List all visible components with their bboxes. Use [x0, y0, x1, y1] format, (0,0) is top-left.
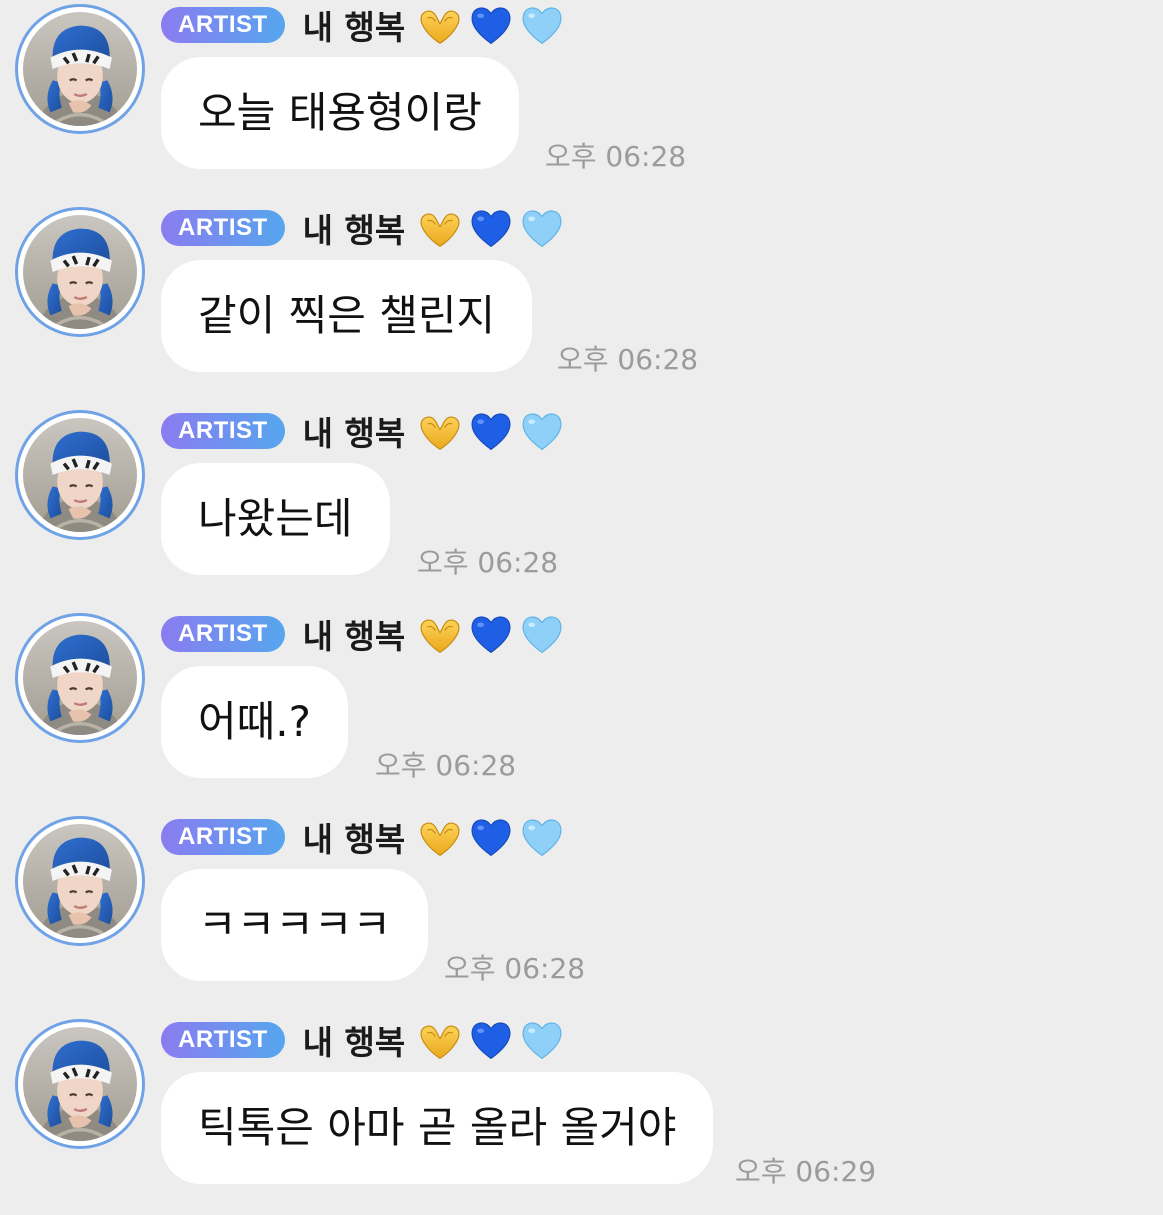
- message-bubble[interactable]: 어때.?: [161, 666, 348, 778]
- sender-emojis: [417, 814, 570, 860]
- heart-hands-emoji: [417, 1017, 463, 1063]
- chat-message: ARTIST 내 행복 어때.? 오후 06:28: [0, 606, 1163, 809]
- sender-name: 내 행복: [302, 414, 406, 453]
- chat-message: ARTIST 내 행복 오늘 태용형이랑 오후 06:28: [0, 0, 1163, 200]
- blue-heart-emoji: [468, 408, 514, 454]
- sender-emojis: [417, 408, 570, 454]
- sender-emojis: [417, 611, 570, 657]
- message-time: 오후 06:29: [735, 1155, 877, 1188]
- avatar-photo: [23, 1027, 137, 1141]
- avatar-photo: [23, 215, 137, 329]
- avatar[interactable]: [15, 207, 145, 337]
- light-blue-heart-emoji: [519, 205, 565, 251]
- message-header: ARTIST 내 행복: [161, 408, 570, 454]
- message-time: 오후 06:28: [444, 952, 586, 985]
- heart-hands-emoji: [417, 205, 463, 251]
- light-blue-heart-emoji: [519, 408, 565, 454]
- artist-badge: ARTIST: [161, 413, 285, 449]
- chat-message: ARTIST 내 행복 ㅋㅋㅋㅋㅋ 오후 06:28: [0, 809, 1163, 1012]
- message-time: 오후 06:28: [557, 343, 699, 376]
- sender-name: 내 행복: [302, 1023, 406, 1062]
- sender-name: 내 행복: [302, 8, 406, 47]
- blue-heart-emoji: [468, 205, 514, 251]
- blue-heart-emoji: [468, 814, 514, 860]
- avatar[interactable]: [15, 816, 145, 946]
- sender-emojis: [417, 1017, 570, 1063]
- avatar-photo: [23, 418, 137, 532]
- light-blue-heart-emoji: [519, 611, 565, 657]
- avatar-photo: [23, 12, 137, 126]
- chat-list: ARTIST 내 행복 오늘 태용형이랑 오후 06:28 ARTIST 내 행…: [0, 0, 1163, 1215]
- message-header: ARTIST 내 행복: [161, 611, 570, 657]
- avatar-photo: [23, 621, 137, 735]
- message-bubble[interactable]: 나왔는데: [161, 463, 390, 575]
- heart-hands-emoji: [417, 611, 463, 657]
- avatar[interactable]: [15, 613, 145, 743]
- avatar[interactable]: [15, 1019, 145, 1149]
- avatar-photo: [23, 824, 137, 938]
- artist-badge: ARTIST: [161, 819, 285, 855]
- heart-hands-emoji: [417, 2, 463, 48]
- message-bubble[interactable]: ㅋㅋㅋㅋㅋ: [161, 869, 429, 981]
- chat-message: ARTIST 내 행복 같이 찍은 챌린지 오후 06:28: [0, 200, 1163, 403]
- chat-message: ARTIST 내 행복 나왔는데 오후 06:28: [0, 403, 1163, 606]
- sender-name: 내 행복: [302, 820, 406, 859]
- heart-hands-emoji: [417, 814, 463, 860]
- message-time: 오후 06:28: [545, 140, 687, 173]
- artist-badge: ARTIST: [161, 7, 285, 43]
- message-header: ARTIST 내 행복: [161, 814, 570, 860]
- light-blue-heart-emoji: [519, 814, 565, 860]
- message-header: ARTIST 내 행복: [161, 2, 570, 48]
- blue-heart-emoji: [468, 611, 514, 657]
- chat-message: ARTIST 내 행복 틱톡은 아마 곧 올라 올거야 오후 06:29: [0, 1012, 1163, 1215]
- artist-badge: ARTIST: [161, 210, 285, 246]
- sender-emojis: [417, 205, 570, 251]
- message-bubble[interactable]: 오늘 태용형이랑: [161, 57, 519, 169]
- message-time: 오후 06:28: [417, 546, 559, 579]
- blue-heart-emoji: [468, 2, 514, 48]
- blue-heart-emoji: [468, 1017, 514, 1063]
- message-time: 오후 06:28: [375, 749, 517, 782]
- message-header: ARTIST 내 행복: [161, 1017, 570, 1063]
- avatar[interactable]: [15, 410, 145, 540]
- message-bubble[interactable]: 틱톡은 아마 곧 올라 올거야: [161, 1072, 714, 1184]
- message-header: ARTIST 내 행복: [161, 205, 570, 251]
- artist-badge: ARTIST: [161, 616, 285, 652]
- sender-name: 내 행복: [302, 617, 406, 656]
- heart-hands-emoji: [417, 408, 463, 454]
- light-blue-heart-emoji: [519, 1017, 565, 1063]
- avatar[interactable]: [15, 4, 145, 134]
- message-bubble[interactable]: 같이 찍은 챌린지: [161, 260, 533, 372]
- light-blue-heart-emoji: [519, 2, 565, 48]
- sender-emojis: [417, 2, 570, 48]
- sender-name: 내 행복: [302, 211, 406, 250]
- artist-badge: ARTIST: [161, 1022, 285, 1058]
